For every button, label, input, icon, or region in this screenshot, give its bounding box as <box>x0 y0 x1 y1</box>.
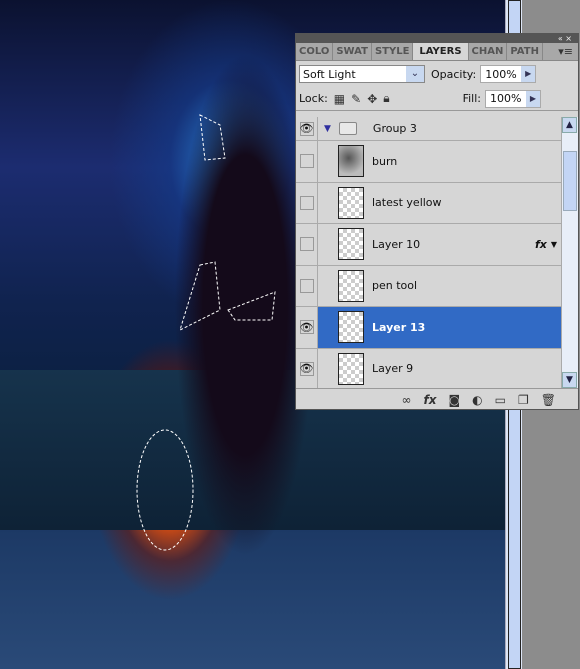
chevron-down-icon[interactable]: ⌄ <box>406 66 424 82</box>
expand-triangle-icon[interactable]: ▼ <box>324 124 331 134</box>
tab-channels[interactable]: CHAN <box>469 43 508 60</box>
panel-menu-icon[interactable]: ▾≡ <box>553 43 578 60</box>
opacity-label: Opacity: <box>431 67 477 81</box>
lock-transparency-icon[interactable]: ▦ <box>334 92 345 106</box>
tab-color[interactable]: COLO <box>296 43 334 60</box>
lock-pixels-brush-icon[interactable]: ✎ <box>351 92 361 106</box>
layer-row-latest-yellow[interactable]: latest yellow <box>296 182 561 224</box>
layer-name: Layer 10 <box>372 237 421 251</box>
visibility-toggle-empty[interactable] <box>299 237 314 252</box>
layer-thumbnail <box>338 311 364 344</box>
layer-thumbnail <box>338 269 364 302</box>
layer-row-layer-10[interactable]: Layer 10 fx ▼ <box>296 224 561 266</box>
layers-scroll-thumb[interactable] <box>563 151 577 211</box>
fx-icon[interactable]: fx <box>535 238 547 251</box>
layer-row-group-3[interactable]: 👁︎ ▼ Group 3 <box>296 117 561 141</box>
layer-name: pen tool <box>372 279 418 293</box>
layer-row-pen-tool[interactable]: pen tool <box>296 265 561 307</box>
layer-name: Layer 13 <box>372 320 426 334</box>
opacity-slider-arrow-icon[interactable]: ▶ <box>521 66 536 82</box>
layer-name: latest yellow <box>372 196 442 210</box>
new-layer-icon[interactable]: ❐ <box>518 393 529 407</box>
fill-slider-arrow-icon[interactable]: ▶ <box>526 90 540 107</box>
fill-label: Fill: <box>462 92 481 105</box>
layers-scrollbar[interactable]: ▲ ▼ <box>561 117 578 388</box>
opacity-field[interactable]: 100% ▶ <box>480 65 537 83</box>
scroll-down-icon[interactable]: ▼ <box>562 372 577 388</box>
expand-effects-icon[interactable]: ▼ <box>551 240 557 249</box>
panel-titlebar[interactable]: « × <box>296 34 578 43</box>
collapse-icon[interactable]: « <box>558 34 563 43</box>
layer-name: Group 3 <box>372 122 417 135</box>
layer-row-layer-9[interactable]: 👁︎ Layer 9 <box>296 348 561 388</box>
blend-mode-value: Soft Light <box>303 67 356 81</box>
opacity-value: 100% <box>485 67 517 81</box>
adjustment-layer-icon[interactable]: ◐ <box>472 393 482 407</box>
layers-toolbar: ∞ fx ◙ ◐ ▭ ❐ 🗑︎ <box>296 388 578 410</box>
fill-field[interactable]: 100% ▶ <box>485 89 541 108</box>
layer-row-layer-13[interactable]: 👁︎ Layer 13 <box>296 307 561 349</box>
selection-face <box>199 114 226 161</box>
scroll-up-icon[interactable]: ▲ <box>562 117 577 133</box>
tab-paths[interactable]: PATH <box>507 43 543 60</box>
folder-icon <box>338 122 357 135</box>
visibility-toggle-empty[interactable] <box>299 278 314 293</box>
eye-icon[interactable]: 👁︎ <box>299 320 314 335</box>
lock-label: Lock: <box>299 92 328 105</box>
new-group-folder-icon[interactable]: ▭ <box>495 393 506 407</box>
lock-all-padlock-icon[interactable]: 🔒︎ <box>383 91 389 106</box>
blend-mode-select[interactable]: Soft Light ⌄ <box>299 65 425 83</box>
link-layers-icon[interactable]: ∞ <box>402 393 412 407</box>
selection-hand <box>227 291 276 321</box>
lock-position-move-icon[interactable]: ✥ <box>367 92 377 106</box>
delete-layer-trash-icon[interactable]: 🗑︎ <box>541 393 556 407</box>
add-mask-icon[interactable]: ◙ <box>449 393 461 407</box>
eye-icon[interactable]: 👁︎ <box>299 361 314 376</box>
tab-layers[interactable]: LAYERS <box>413 43 469 60</box>
layer-name: burn <box>372 154 398 168</box>
layers-panel: « × COLO SWAT STYLE LAYERS CHAN PATH ▾≡ … <box>295 33 579 410</box>
layer-name: Layer 9 <box>372 362 414 376</box>
visibility-toggle-empty[interactable] <box>299 195 314 210</box>
tab-swatches[interactable]: SWAT <box>333 43 372 60</box>
fill-value: 100% <box>490 92 522 105</box>
layer-thumbnail <box>338 352 364 385</box>
close-icon[interactable]: × <box>565 34 572 43</box>
layers-list: 👁︎ ▼ Group 3 burn latest yellow Layer 10 f… <box>296 117 561 388</box>
layer-row-burn[interactable]: burn <box>296 141 561 183</box>
selection-fire <box>136 429 194 551</box>
layer-thumbnail <box>338 228 364 261</box>
layer-thumbnail <box>338 145 364 178</box>
layer-thumbnail <box>338 186 364 219</box>
tab-styles[interactable]: STYLE <box>372 43 414 60</box>
visibility-toggle-empty[interactable] <box>299 154 314 169</box>
eye-icon[interactable]: 👁︎ <box>299 121 314 136</box>
selection-arm <box>179 261 221 331</box>
add-layer-style-fx-icon[interactable]: fx <box>424 393 437 407</box>
